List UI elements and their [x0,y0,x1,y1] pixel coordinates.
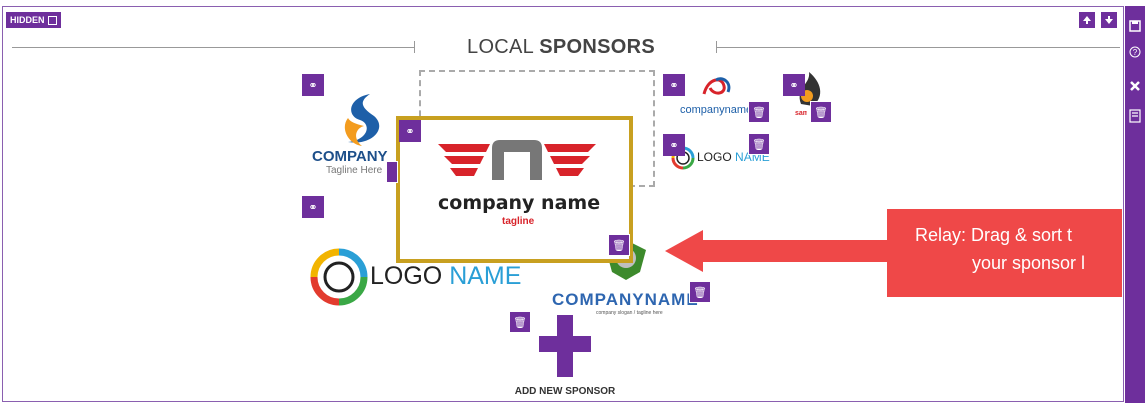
right-toolbar: ? [1125,6,1145,403]
callout-line-2: your sponsor l [972,253,1086,273]
trash-icon[interactable] [386,161,398,183]
plus-icon-bar[interactable] [539,336,591,352]
section-title-light: LOCAL [467,36,534,58]
logo-5-part2: NAME [449,262,522,290]
hidden-checkbox[interactable] [47,15,57,25]
help-icon[interactable]: ? [1125,42,1145,62]
logo-5-part1: LOGO [370,262,443,290]
hidden-toggle[interactable]: HIDDEN [6,12,61,28]
move-up-button[interactable] [1079,12,1095,28]
callout-arrow-head [665,230,703,272]
logo-6-part1: LOGO [697,150,732,164]
link-icon[interactable]: ⚭ [783,74,805,96]
trash-icon[interactable]: 🗑 [689,281,711,303]
hidden-label: HIDDEN [10,15,45,25]
logo-2-word: company name [438,192,601,214]
logo-ribbon-graphic [702,77,731,95]
logo-4-word: samsi [795,110,807,117]
trash-icon[interactable]: 🗑 [748,133,770,155]
logo-1-tagline: Tagline Here [326,165,383,176]
link-icon[interactable]: ⚭ [399,120,421,142]
callout-box: Relay: Drag & sort t your sponsor l [887,209,1122,297]
close-icon[interactable] [1125,76,1145,96]
logo-wings-graphic [438,140,596,180]
section-title-bold: SPONSORS [539,36,655,58]
add-sponsor-label[interactable]: ADD NEW SPONSOR [470,386,660,397]
trash-icon[interactable]: 🗑 [509,311,531,333]
arrow-up-icon [1083,16,1091,24]
add-block-icon[interactable] [1125,106,1145,126]
save-icon[interactable] [1125,16,1145,36]
link-icon[interactable]: ⚭ [663,74,685,96]
section-title: LOCAL SPONSORS [0,36,1122,59]
link-icon[interactable]: ⚭ [663,134,685,156]
logo-circle-graphic [310,248,368,306]
logo-1-word: COMPANY [312,148,388,165]
trash-icon[interactable]: 🗑 [810,101,832,123]
callout-arrow-shaft [700,240,890,262]
trash-icon[interactable]: 🗑 [748,101,770,123]
move-down-button[interactable] [1101,12,1117,28]
trash-icon[interactable]: 🗑 [608,234,630,256]
logo-3-word: companyname [680,104,748,116]
logo-2-tagline: tagline [502,216,535,227]
callout-line-1: Relay: Drag & sort t [915,225,1073,245]
arrow-down-icon [1105,16,1113,24]
svg-text:?: ? [1133,48,1138,57]
logo-7-word: COMPANYNAME [552,290,699,309]
link-icon[interactable]: ⚭ [302,196,324,218]
link-icon[interactable]: ⚭ [302,74,324,96]
dragged-sponsor-card[interactable]: company name tagline [396,116,633,263]
logo-7-tagline: company slogan / tagline here [596,310,663,316]
logo-swirl-graphic [344,94,380,146]
